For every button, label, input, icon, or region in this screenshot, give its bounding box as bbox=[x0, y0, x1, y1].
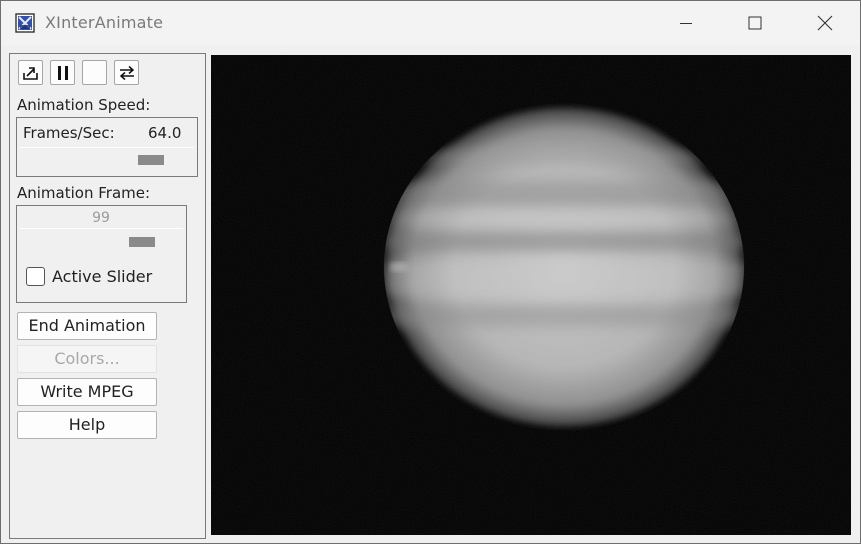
pause-button[interactable] bbox=[50, 60, 75, 85]
animation-frame-image bbox=[211, 55, 851, 535]
help-button[interactable]: Help bbox=[17, 411, 157, 439]
animation-display[interactable] bbox=[211, 55, 851, 535]
frame-slider-thumb[interactable] bbox=[129, 237, 155, 247]
window-title: XInterAnimate bbox=[45, 13, 164, 32]
blank-button[interactable] bbox=[82, 60, 107, 85]
pause-icon bbox=[57, 65, 68, 80]
cycle-direction-button[interactable] bbox=[114, 60, 139, 85]
cycle-direction-icon bbox=[119, 65, 134, 80]
fps-value: 64.0 bbox=[148, 124, 182, 142]
active-slider-checkbox[interactable] bbox=[26, 267, 45, 286]
colors-button[interactable]: Colors... bbox=[17, 345, 157, 373]
write-mpeg-button[interactable]: Write MPEG bbox=[17, 378, 157, 406]
maximize-icon bbox=[748, 16, 762, 30]
app-icon bbox=[15, 13, 35, 33]
end-animation-button[interactable]: End Animation bbox=[17, 312, 157, 340]
frame-divider bbox=[20, 228, 183, 229]
speed-divider bbox=[20, 147, 194, 148]
speed-heading: Animation Speed: bbox=[17, 96, 151, 114]
reverse-play-button[interactable] bbox=[18, 60, 43, 85]
reverse-play-icon bbox=[23, 67, 38, 80]
app-window: XInterAnimate Animation Speed: Frames/Se… bbox=[0, 0, 861, 544]
title-bar[interactable]: XInterAnimate bbox=[1, 1, 860, 45]
close-button[interactable] bbox=[802, 1, 848, 45]
speed-slider-thumb[interactable] bbox=[137, 155, 164, 165]
minimize-button[interactable] bbox=[663, 1, 709, 45]
frame-value: 99 bbox=[92, 210, 110, 226]
active-slider-label: Active Slider bbox=[52, 267, 153, 286]
control-panel: Animation Speed: Frames/Sec: 64.0 Animat… bbox=[9, 53, 206, 539]
minimize-icon bbox=[680, 23, 692, 24]
speed-group: Frames/Sec: 64.0 bbox=[16, 117, 198, 177]
maximize-button[interactable] bbox=[732, 1, 778, 45]
fps-label: Frames/Sec: bbox=[23, 124, 115, 142]
frame-heading: Animation Frame: bbox=[17, 184, 151, 202]
frame-group: 99 Active Slider bbox=[16, 205, 187, 303]
close-icon bbox=[817, 15, 833, 31]
